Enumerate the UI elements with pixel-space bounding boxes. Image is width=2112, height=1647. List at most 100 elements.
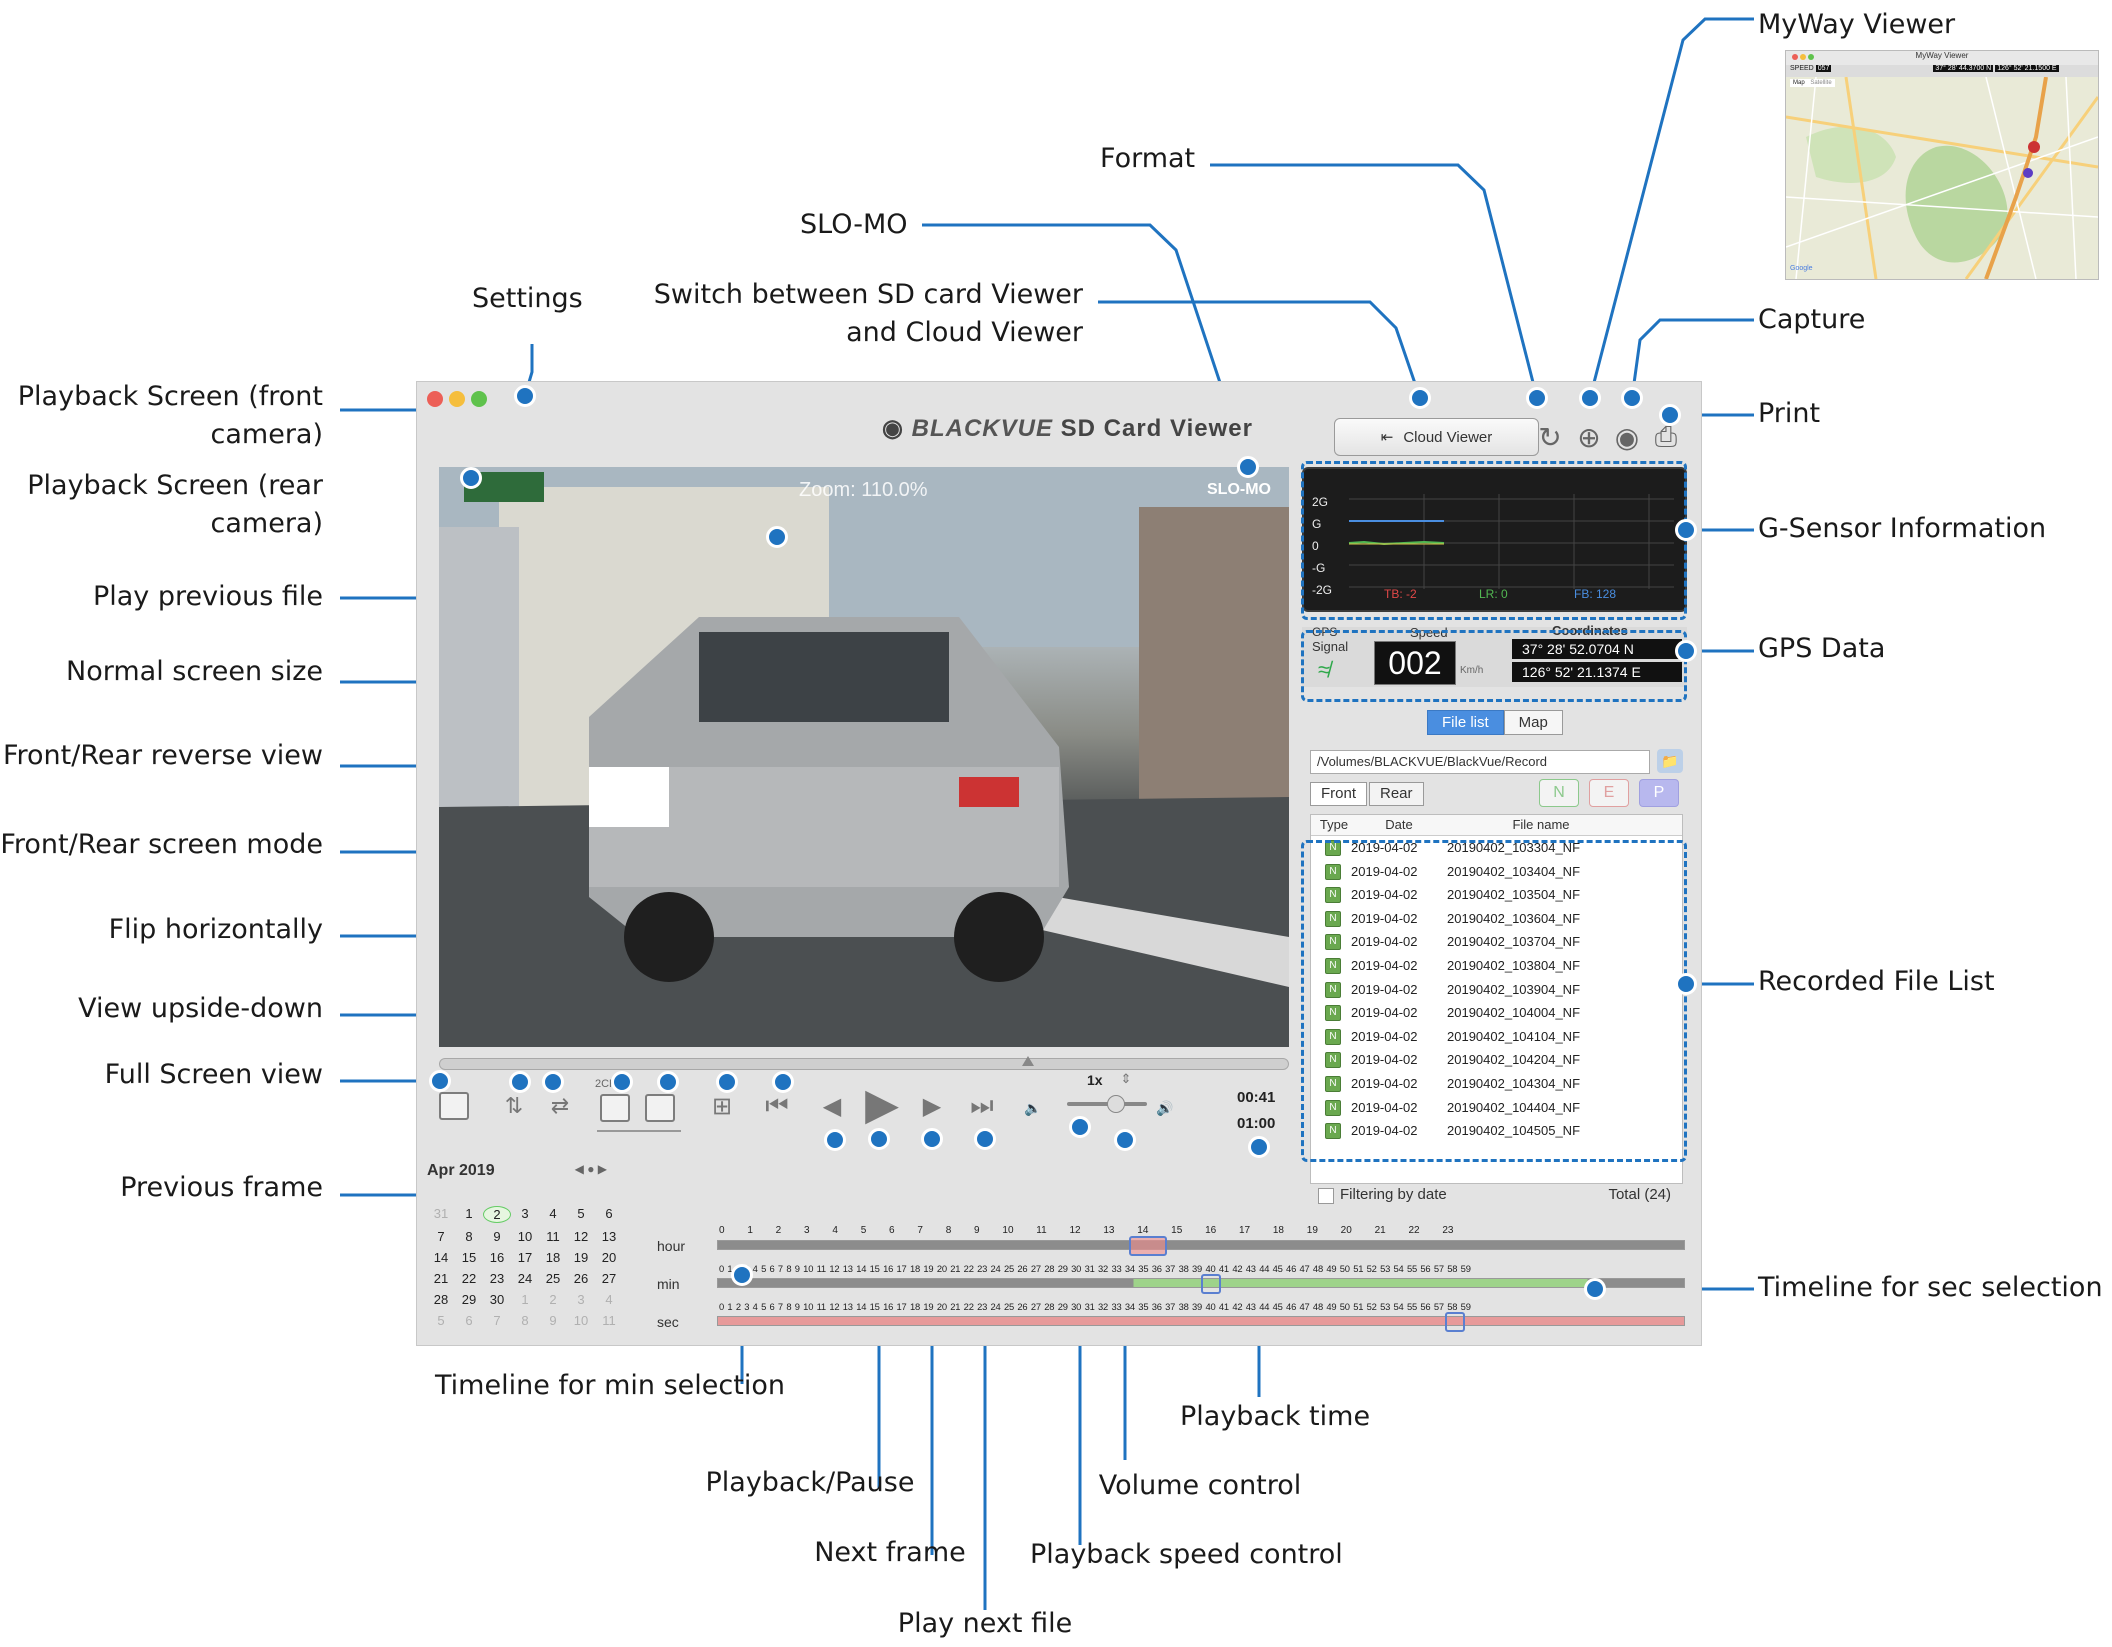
calendar-day[interactable]: 9 bbox=[539, 1313, 567, 1328]
full-screen-button[interactable] bbox=[439, 1092, 469, 1120]
calendar-day[interactable]: 4 bbox=[595, 1292, 623, 1307]
calendar-nav-icon[interactable]: ◀ ● ▶ bbox=[575, 1162, 607, 1180]
calendar-day[interactable]: 1 bbox=[511, 1292, 539, 1307]
play-next-file-button[interactable]: ⏭ bbox=[962, 1090, 1002, 1122]
volume-low-icon: 🔈 bbox=[1024, 1099, 1042, 1116]
calendar-days[interactable]: 31 1 2 3 4 5 6 7 8 9 10 11 12 13 14 15 16 17 18 19 20 21 22 23 2… bbox=[427, 1206, 637, 1328]
calendar-day[interactable]: 31 bbox=[427, 1206, 455, 1223]
play-previous-file-button[interactable]: ⏮ bbox=[757, 1090, 797, 1122]
calendar-day[interactable]: 22 bbox=[455, 1271, 483, 1286]
zoom-window-button[interactable] bbox=[471, 391, 487, 407]
label-previous-frame: Previous frame bbox=[120, 1172, 323, 1203]
calendar-day[interactable]: 21 bbox=[427, 1271, 455, 1286]
front-rear-reverse-view-button[interactable] bbox=[645, 1094, 675, 1122]
calendar-day[interactable]: 13 bbox=[595, 1229, 623, 1244]
calendar-day[interactable]: 3 bbox=[567, 1292, 595, 1307]
calendar-day[interactable]: 18 bbox=[539, 1250, 567, 1265]
speed-stepper-icon[interactable]: ⇕ bbox=[1119, 1070, 1133, 1088]
calendar-day[interactable]: 2 bbox=[483, 1206, 511, 1223]
view-upside-down-button[interactable]: ⇅ bbox=[499, 1090, 529, 1122]
dot-gps bbox=[1675, 640, 1697, 662]
play-pause-button[interactable]: ▶ bbox=[857, 1080, 907, 1129]
tab-map[interactable]: Map bbox=[1503, 710, 1563, 735]
playback-speed-value[interactable]: 1x bbox=[1087, 1072, 1103, 1088]
calendar-day[interactable]: 15 bbox=[455, 1250, 483, 1265]
normal-screen-size-button[interactable]: ⊞ bbox=[707, 1090, 737, 1122]
front-rear-screen-mode-button[interactable] bbox=[600, 1094, 630, 1122]
calendar-day[interactable]: 3 bbox=[511, 1206, 539, 1223]
timeline-min-label: min bbox=[657, 1276, 680, 1292]
playback-time-total: 01:00 bbox=[1237, 1115, 1276, 1132]
timeline-min-selection[interactable] bbox=[1201, 1274, 1221, 1294]
calendar-day[interactable]: 8 bbox=[455, 1229, 483, 1244]
dot-myway bbox=[1579, 387, 1601, 409]
calendar-day[interactable]: 1 bbox=[455, 1206, 483, 1223]
col-type[interactable]: Type bbox=[1311, 815, 1357, 835]
filter-parking-button[interactable]: P bbox=[1639, 779, 1679, 807]
calendar-day[interactable]: 17 bbox=[511, 1250, 539, 1265]
calendar-day[interactable]: 23 bbox=[483, 1271, 511, 1286]
dot-next-frame bbox=[921, 1128, 943, 1150]
calendar-day[interactable]: 7 bbox=[427, 1229, 455, 1244]
next-frame-button[interactable]: ▶ bbox=[917, 1090, 947, 1122]
calendar-day[interactable]: 9 bbox=[483, 1229, 511, 1244]
calendar-day[interactable]: 24 bbox=[511, 1271, 539, 1286]
calendar-day[interactable]: 11 bbox=[539, 1229, 567, 1244]
timeline-hour-selection[interactable] bbox=[1129, 1236, 1167, 1256]
filter-normal-button[interactable]: N bbox=[1539, 779, 1579, 807]
dot-file-list bbox=[1675, 973, 1697, 995]
cloud-viewer-button[interactable]: ⇤ Cloud Viewer bbox=[1334, 418, 1539, 456]
calendar-day[interactable]: 4 bbox=[539, 1206, 567, 1223]
flip-horizontally-button[interactable]: ⇄ bbox=[545, 1090, 575, 1122]
calendar-day[interactable]: 28 bbox=[427, 1292, 455, 1307]
calendar-day[interactable]: 16 bbox=[483, 1250, 511, 1265]
seek-handle[interactable] bbox=[1022, 1056, 1034, 1066]
calendar-day[interactable]: 5 bbox=[427, 1313, 455, 1328]
date-calendar[interactable]: Apr 2019 ◀ ● ▶ 31 1 2 3 4 5 6 7 8 9 10 11 12 13 14 15 16… bbox=[427, 1162, 637, 1328]
close-window-button[interactable] bbox=[427, 391, 443, 407]
calendar-day[interactable]: 12 bbox=[567, 1229, 595, 1244]
tab-rear[interactable]: Rear bbox=[1369, 782, 1424, 806]
tab-front[interactable]: Front bbox=[1310, 782, 1368, 806]
volume-slider-knob[interactable] bbox=[1107, 1095, 1125, 1113]
capture-icon[interactable]: ◉ bbox=[1610, 420, 1644, 454]
calendar-day[interactable]: 2 bbox=[539, 1292, 567, 1307]
dot-play-next bbox=[974, 1128, 996, 1150]
calendar-day[interactable]: 30 bbox=[483, 1292, 511, 1307]
calendar-day[interactable]: 14 bbox=[427, 1250, 455, 1265]
calendar-day[interactable]: 5 bbox=[567, 1206, 595, 1223]
cloud-viewer-label: Cloud Viewer bbox=[1403, 428, 1493, 446]
calendar-day[interactable]: 27 bbox=[595, 1271, 623, 1286]
dot-play-previous bbox=[772, 1071, 794, 1093]
timeline-sec-bar[interactable] bbox=[717, 1316, 1685, 1326]
minimize-window-button[interactable] bbox=[449, 391, 465, 407]
filtering-checkbox[interactable] bbox=[1318, 1188, 1334, 1204]
previous-frame-button[interactable]: ◀ bbox=[817, 1090, 847, 1122]
calendar-day[interactable]: 20 bbox=[595, 1250, 623, 1265]
calendar-day[interactable]: 19 bbox=[567, 1250, 595, 1265]
record-path-field[interactable]: /Volumes/BLACKVUE/BlackVue/Record bbox=[1310, 750, 1650, 774]
seek-bar[interactable] bbox=[439, 1056, 1289, 1070]
calendar-day[interactable]: 26 bbox=[567, 1271, 595, 1286]
dot-normal-size bbox=[716, 1071, 738, 1093]
calendar-day[interactable]: 7 bbox=[483, 1313, 511, 1328]
calendar-day[interactable]: 6 bbox=[455, 1313, 483, 1328]
calendar-day[interactable]: 25 bbox=[539, 1271, 567, 1286]
calendar-day[interactable]: 11 bbox=[595, 1313, 623, 1328]
tab-file-list[interactable]: File list bbox=[1427, 710, 1504, 735]
calendar-day[interactable]: 6 bbox=[595, 1206, 623, 1223]
playback-screen-front[interactable]: Zoom: 110.0% SLO-MO bbox=[439, 467, 1289, 1047]
calendar-day[interactable]: 10 bbox=[567, 1313, 595, 1328]
format-icon[interactable]: ↻ bbox=[1533, 420, 1567, 454]
col-date[interactable]: Date bbox=[1357, 815, 1441, 835]
col-filename[interactable]: File name bbox=[1441, 815, 1641, 835]
folder-icon[interactable]: 📁 bbox=[1657, 749, 1683, 773]
calendar-day[interactable]: 29 bbox=[455, 1292, 483, 1307]
filter-event-button[interactable]: E bbox=[1589, 779, 1629, 807]
timeline-sec-selection[interactable] bbox=[1445, 1312, 1465, 1332]
calendar-day[interactable]: 8 bbox=[511, 1313, 539, 1328]
calendar-day[interactable]: 10 bbox=[511, 1229, 539, 1244]
timeline-hour-bar[interactable] bbox=[717, 1240, 1685, 1250]
slomo-badge[interactable]: SLO-MO bbox=[1207, 481, 1271, 499]
myway-viewer-icon[interactable]: ⊕ bbox=[1572, 420, 1606, 454]
